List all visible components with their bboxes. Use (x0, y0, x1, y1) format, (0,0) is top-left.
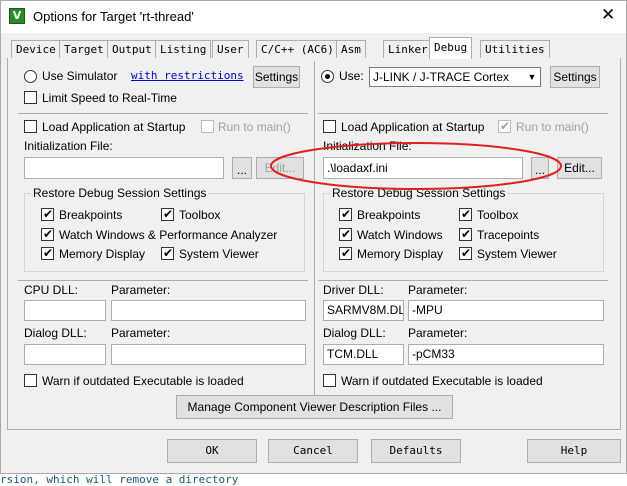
left-watch-windows-checkbox[interactable]: ✔ (41, 227, 54, 241)
left-run-to-main-checkbox[interactable] (201, 120, 214, 133)
left-init-file-label: Initialization File: (24, 139, 113, 153)
use-simulator-label: Use Simulator (42, 69, 118, 83)
limit-speed-label: Limit Speed to Real-Time (42, 91, 177, 105)
right-toolbox-checkbox[interactable]: ✔ (459, 207, 472, 221)
use-label: Use: (339, 69, 364, 83)
left-breakpoints-label: Breakpoints (59, 208, 123, 222)
right-init-edit-button[interactable]: Edit... (557, 157, 602, 179)
options-dialog: V Options for Target 'rt-thread' ✕ Devic… (0, 0, 627, 474)
left-restore-title: Restore Debug Session Settings (31, 186, 209, 200)
simulator-settings-button[interactable]: Settings (253, 66, 300, 88)
defaults-button[interactable]: Defaults (371, 439, 461, 463)
right-toolbox-label: Toolbox (477, 208, 519, 222)
right-dialog-dll-input[interactable]: TCM.DLL (323, 344, 404, 365)
cpu-param-label: Parameter: (111, 283, 171, 297)
right-breakpoints-checkbox[interactable]: ✔ (339, 207, 352, 221)
left-toolbox-label: Toolbox (179, 208, 221, 222)
debugger-select[interactable]: J-LINK / J-TRACE Cortex ▼ (369, 67, 541, 87)
debugger-settings-button[interactable]: Settings (550, 66, 600, 88)
tab-c-cpp[interactable]: C/C++ (AC6) (256, 40, 339, 59)
cpu-dll-label: CPU DLL: (24, 283, 79, 297)
use-simulator-radio[interactable] (24, 70, 37, 83)
left-separator-2 (18, 280, 308, 281)
ok-button[interactable]: OK (167, 439, 257, 463)
left-load-app-checkbox[interactable] (24, 120, 37, 133)
right-memory-display-label: Memory Display (357, 247, 444, 261)
use-debugger-radio[interactable] (321, 70, 334, 83)
right-init-file-label: Initialization File: (323, 139, 412, 153)
window-title: Options for Target 'rt-thread' (33, 9, 194, 24)
with-restrictions-link[interactable]: with restrictions (131, 69, 244, 82)
right-dialog-dll-label: Dialog DLL: (323, 326, 386, 340)
left-init-file-input[interactable] (24, 157, 224, 179)
right-restore-title: Restore Debug Session Settings (330, 186, 508, 200)
tab-linker[interactable]: Linker (383, 40, 433, 59)
left-run-to-main-label: Run to main() (218, 120, 291, 134)
left-breakpoints-checkbox[interactable]: ✔ (41, 207, 54, 221)
left-dialog-dll-label: Dialog DLL: (24, 326, 87, 340)
keil-app-icon: V (9, 8, 25, 24)
left-system-viewer-label: System Viewer (179, 247, 259, 261)
right-tracepoints-label: Tracepoints (477, 228, 540, 242)
right-run-to-main-label: Run to main() (516, 120, 589, 134)
right-watch-windows-label: Watch Windows (357, 228, 443, 242)
left-load-app-label: Load Application at Startup (42, 120, 186, 134)
panel-divider (314, 61, 315, 397)
left-init-browse-button[interactable]: ... (232, 157, 252, 179)
title-bar: V Options for Target 'rt-thread' ✕ (1, 1, 626, 33)
manage-component-viewer-button[interactable]: Manage Component Viewer Description File… (176, 395, 453, 419)
left-warn-outdated-label: Warn if outdated Executable is loaded (42, 374, 244, 388)
right-watch-windows-checkbox[interactable]: ✔ (339, 227, 352, 241)
tab-utilities[interactable]: Utilities (480, 40, 550, 59)
right-system-viewer-label: System Viewer (477, 247, 557, 261)
driver-dll-label: Driver DLL: (323, 283, 384, 297)
right-system-viewer-checkbox[interactable]: ✔ (459, 246, 472, 260)
tab-user[interactable]: User (212, 40, 249, 59)
cpu-param-input[interactable] (111, 300, 306, 321)
close-icon[interactable]: ✕ (601, 5, 615, 25)
right-init-browse-button[interactable]: ... (531, 157, 549, 179)
left-separator-1 (18, 113, 308, 114)
right-run-to-main-checkbox[interactable]: ✔ (498, 119, 511, 133)
left-memory-display-label: Memory Display (59, 247, 146, 261)
left-dialog-dll-input[interactable] (24, 344, 106, 365)
left-memory-display-checkbox[interactable]: ✔ (41, 246, 54, 260)
right-breakpoints-label: Breakpoints (357, 208, 421, 222)
driver-dll-input[interactable]: SARMV8M.DLL (323, 300, 404, 321)
tab-debug[interactable]: Debug (429, 37, 473, 59)
left-init-edit-button[interactable]: Edit... (256, 157, 304, 179)
tab-asm[interactable]: Asm (336, 40, 366, 59)
right-dialog-param-input[interactable]: -pCM33 (408, 344, 604, 365)
help-button[interactable]: Help (527, 439, 621, 463)
tab-device[interactable]: Device (11, 40, 61, 59)
left-watch-windows-label: Watch Windows & Performance Analyzer (59, 228, 278, 242)
right-dialog-param-label: Parameter: (408, 326, 468, 340)
right-warn-outdated-checkbox[interactable] (323, 374, 336, 387)
driver-param-input[interactable]: -MPU (408, 300, 604, 321)
right-warn-outdated-label: Warn if outdated Executable is loaded (341, 374, 543, 388)
tab-target[interactable]: Target (59, 40, 109, 59)
cpu-dll-input[interactable] (24, 300, 106, 321)
right-memory-display-checkbox[interactable]: ✔ (339, 246, 352, 260)
right-load-app-label: Load Application at Startup (341, 120, 485, 134)
tab-output[interactable]: Output (107, 40, 157, 59)
limit-speed-checkbox[interactable] (24, 91, 37, 104)
debugger-select-value: J-LINK / J-TRACE Cortex (373, 70, 510, 84)
right-init-file-input[interactable]: .\loadaxf.ini (323, 157, 523, 179)
left-toolbox-checkbox[interactable]: ✔ (161, 207, 174, 221)
left-dialog-param-input[interactable] (111, 344, 306, 365)
left-dialog-param-label: Parameter: (111, 326, 171, 340)
right-tracepoints-checkbox[interactable]: ✔ (459, 227, 472, 241)
cancel-button[interactable]: Cancel (268, 439, 358, 463)
right-separator-1 (318, 113, 608, 114)
chevron-down-icon[interactable]: ▼ (523, 68, 540, 86)
left-system-viewer-checkbox[interactable]: ✔ (161, 246, 174, 260)
right-separator-2 (318, 280, 608, 281)
right-load-app-checkbox[interactable] (323, 120, 336, 133)
tab-listing[interactable]: Listing (155, 40, 212, 59)
driver-param-label: Parameter: (408, 283, 468, 297)
left-warn-outdated-checkbox[interactable] (24, 374, 37, 387)
